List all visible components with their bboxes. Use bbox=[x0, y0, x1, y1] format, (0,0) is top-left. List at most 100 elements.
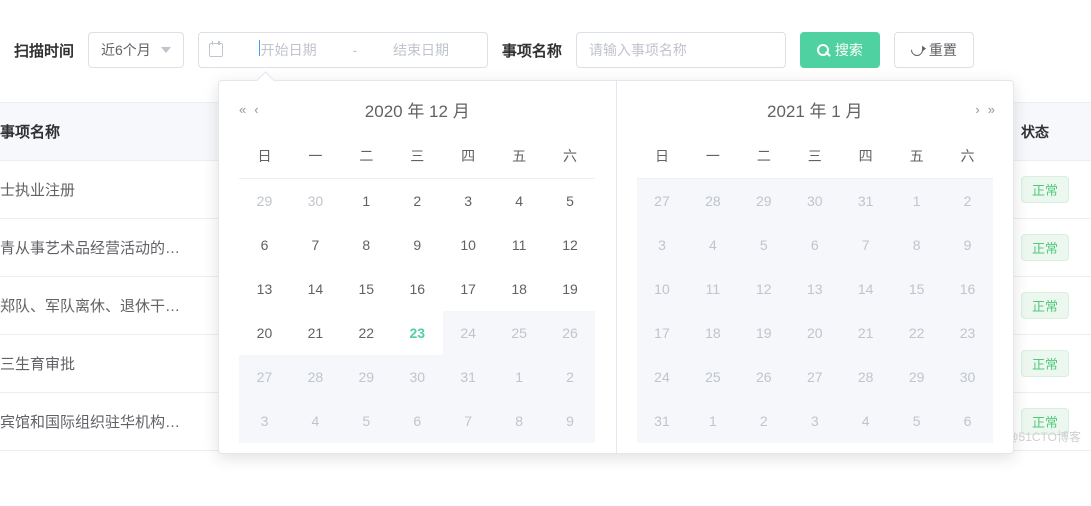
date-cell[interactable]: 17 bbox=[443, 267, 494, 311]
dow-cell: 五 bbox=[891, 136, 942, 179]
date-cell[interactable]: 15 bbox=[341, 267, 392, 311]
scan-time-select[interactable]: 近6个月 bbox=[88, 32, 184, 68]
date-cell: 1 bbox=[891, 179, 942, 223]
cell-name: 三生育审批 bbox=[0, 353, 220, 374]
date-cell[interactable]: 1 bbox=[341, 179, 392, 223]
dow-cell: 六 bbox=[545, 136, 596, 179]
date-cell[interactable]: 7 bbox=[290, 223, 341, 267]
date-cell: 13 bbox=[789, 267, 840, 311]
col-name: 事项名称 bbox=[0, 121, 220, 142]
date-cell: 1 bbox=[687, 399, 738, 443]
dow-cell: 四 bbox=[443, 136, 494, 179]
dow-cell: 四 bbox=[840, 136, 891, 179]
dow-cell: 二 bbox=[738, 136, 789, 179]
dow-cell: 三 bbox=[392, 136, 443, 179]
date-separator: - bbox=[348, 42, 361, 58]
cell-name: 宾馆和国际组织驻华机构… bbox=[0, 411, 220, 432]
date-cell[interactable]: 16 bbox=[392, 267, 443, 311]
search-button[interactable]: 搜索 bbox=[800, 32, 880, 68]
filter-bar: 扫描时间 近6个月 开始日期 - 结束日期 事项名称 搜索 重置 bbox=[0, 0, 1091, 72]
date-cell: 27 bbox=[239, 355, 290, 399]
date-cell: 26 bbox=[738, 355, 789, 399]
date-cell: 4 bbox=[840, 399, 891, 443]
date-cell: 9 bbox=[942, 223, 993, 267]
next-month-icon[interactable]: › bbox=[975, 102, 977, 117]
date-range-input[interactable]: 开始日期 - 结束日期 bbox=[198, 32, 488, 68]
date-cell[interactable]: 5 bbox=[545, 179, 596, 223]
next-year-icon[interactable]: » bbox=[988, 102, 993, 117]
prev-year-icon[interactable]: « bbox=[239, 102, 244, 117]
date-cell: 31 bbox=[840, 179, 891, 223]
date-cell[interactable]: 12 bbox=[545, 223, 596, 267]
date-cell[interactable]: 14 bbox=[290, 267, 341, 311]
calendar-right-panel: 2021 年 1 月 › » 日一二三四五六 27282930311234567… bbox=[616, 81, 1014, 453]
dow-cell: 五 bbox=[494, 136, 545, 179]
date-cell: 6 bbox=[942, 399, 993, 443]
reset-button[interactable]: 重置 bbox=[894, 32, 974, 68]
date-cell: 16 bbox=[942, 267, 993, 311]
date-cell: 7 bbox=[443, 399, 494, 443]
date-cell: 31 bbox=[637, 399, 688, 443]
cell-name: 郑队、军队离休、退休干… bbox=[0, 295, 220, 316]
date-cell: 5 bbox=[341, 399, 392, 443]
date-cell: 28 bbox=[840, 355, 891, 399]
date-cell[interactable]: 9 bbox=[392, 223, 443, 267]
date-cell[interactable]: 20 bbox=[239, 311, 290, 355]
date-cell[interactable]: 13 bbox=[239, 267, 290, 311]
matter-name-input[interactable] bbox=[576, 32, 786, 68]
matter-name-label: 事项名称 bbox=[502, 40, 562, 61]
date-cell[interactable]: 2 bbox=[392, 179, 443, 223]
date-cell: 4 bbox=[687, 223, 738, 267]
date-cell: 21 bbox=[840, 311, 891, 355]
select-value: 近6个月 bbox=[101, 40, 151, 60]
date-cell: 17 bbox=[637, 311, 688, 355]
date-cell: 2 bbox=[738, 399, 789, 443]
date-cell[interactable]: 4 bbox=[494, 179, 545, 223]
date-cell[interactable]: 6 bbox=[239, 223, 290, 267]
date-cell: 29 bbox=[738, 179, 789, 223]
dow-cell: 二 bbox=[341, 136, 392, 179]
date-cell: 18 bbox=[687, 311, 738, 355]
date-cell: 6 bbox=[392, 399, 443, 443]
right-panel-title: 2021 年 1 月 bbox=[767, 97, 862, 122]
date-cell[interactable]: 18 bbox=[494, 267, 545, 311]
status-badge: 正常 bbox=[1021, 292, 1069, 319]
date-cell: 5 bbox=[738, 223, 789, 267]
date-cell: 10 bbox=[637, 267, 688, 311]
date-cell: 24 bbox=[637, 355, 688, 399]
date-cell[interactable]: 11 bbox=[494, 223, 545, 267]
date-cell[interactable]: 29 bbox=[239, 179, 290, 223]
date-picker-popup: « ‹ 2020 年 12 月 日一二三四五六 2930123456789101… bbox=[218, 80, 1014, 454]
status-badge: 正常 bbox=[1021, 176, 1069, 203]
date-cell: 2 bbox=[545, 355, 596, 399]
status-badge: 正常 bbox=[1021, 350, 1069, 377]
scan-time-label: 扫描时间 bbox=[14, 40, 74, 61]
prev-month-icon[interactable]: ‹ bbox=[254, 102, 256, 117]
date-cell: 3 bbox=[789, 399, 840, 443]
refresh-icon bbox=[908, 42, 925, 59]
dow-cell: 日 bbox=[239, 136, 290, 179]
dow-cell: 一 bbox=[290, 136, 341, 179]
date-cell: 12 bbox=[738, 267, 789, 311]
date-cell: 30 bbox=[392, 355, 443, 399]
date-cell[interactable]: 23 bbox=[392, 311, 443, 355]
dow-cell: 日 bbox=[637, 136, 688, 179]
date-cell[interactable]: 30 bbox=[290, 179, 341, 223]
date-cell[interactable]: 19 bbox=[545, 267, 596, 311]
date-cell[interactable]: 21 bbox=[290, 311, 341, 355]
date-cell: 29 bbox=[891, 355, 942, 399]
date-cell: 4 bbox=[290, 399, 341, 443]
date-cell[interactable]: 10 bbox=[443, 223, 494, 267]
date-cell[interactable]: 8 bbox=[341, 223, 392, 267]
date-cell: 30 bbox=[942, 355, 993, 399]
date-cell[interactable]: 3 bbox=[443, 179, 494, 223]
date-cell: 11 bbox=[687, 267, 738, 311]
date-cell[interactable]: 22 bbox=[341, 311, 392, 355]
calendar-left-panel: « ‹ 2020 年 12 月 日一二三四五六 2930123456789101… bbox=[219, 81, 616, 453]
date-cell: 25 bbox=[687, 355, 738, 399]
dow-cell: 一 bbox=[687, 136, 738, 179]
date-cell: 29 bbox=[341, 355, 392, 399]
end-date-placeholder: 结束日期 bbox=[365, 40, 477, 60]
status-badge: 正常 bbox=[1021, 234, 1069, 261]
left-panel-title: 2020 年 12 月 bbox=[365, 97, 470, 122]
